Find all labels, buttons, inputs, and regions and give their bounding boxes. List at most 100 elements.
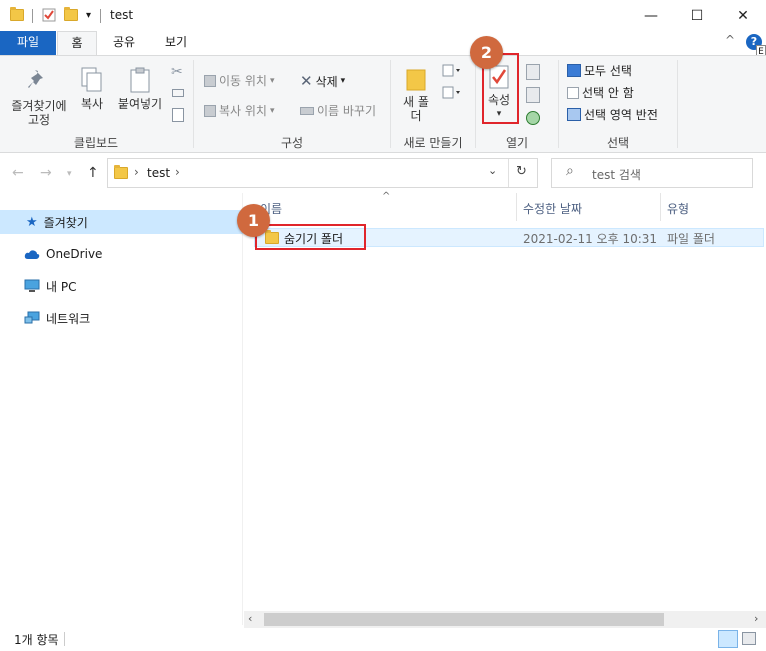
move-to-label: 이동 위치 (219, 74, 267, 88)
nav-item-quick-access[interactable]: ★ 즐겨찾기 (0, 210, 243, 234)
select-none-icon (567, 86, 579, 99)
clipboard-group-label: 클립보드 (73, 136, 119, 150)
status-bar: 1개 항목 (0, 628, 766, 651)
maximize-button[interactable]: ☐ (674, 0, 720, 31)
refresh-icon[interactable]: ↻ (516, 164, 527, 179)
cut-icon[interactable]: ✂ (171, 64, 183, 80)
forward-arrow-icon[interactable]: → (40, 165, 52, 181)
address-bar[interactable]: › test › ⌄ ↻ (107, 158, 538, 188)
horizontal-scrollbar[interactable]: ‹ › (244, 611, 766, 628)
delete-x-icon: ✕ (300, 72, 313, 90)
rename-button[interactable]: 이름 바꾸기 (300, 102, 376, 119)
invert-selection-button[interactable]: 선택 영역 반전 (567, 106, 658, 123)
back-arrow-icon[interactable]: ← (12, 165, 24, 181)
nav-label: 즐겨찾기 (43, 215, 88, 230)
breadcrumb-separator: › (175, 165, 180, 179)
nav-label: OneDrive (46, 247, 103, 261)
new-folder-quick-icon[interactable] (64, 6, 78, 24)
history-icon[interactable] (526, 111, 540, 125)
select-none-label: 선택 안 함 (582, 86, 634, 100)
clipboard-icon (130, 67, 150, 93)
nav-label: 내 PC (46, 279, 77, 294)
pin-label: 즐겨찾기에 고정 (11, 99, 67, 127)
file-modified: 2021-02-11 오후 10:31 (523, 232, 658, 246)
up-arrow-icon[interactable]: ↑ (87, 165, 99, 181)
column-type[interactable]: 유형 (667, 200, 689, 217)
copy-label: 복사 (80, 97, 104, 111)
folder-icon (406, 69, 426, 91)
dropdown-icon: ▾ (340, 76, 346, 86)
pin-to-quick-access-button[interactable]: 즐겨찾기에 고정 (6, 66, 72, 127)
copy-path-icon[interactable] (172, 89, 184, 97)
column-divider[interactable] (660, 193, 661, 221)
divider (64, 632, 65, 646)
move-icon (204, 74, 216, 87)
close-button[interactable]: ✕ (720, 0, 766, 31)
copy-button[interactable]: 복사 (77, 66, 107, 111)
divider (508, 159, 509, 187)
item-count: 1개 항목 (14, 633, 59, 647)
nav-item-network[interactable]: 네트워크 (0, 306, 243, 330)
group-divider (677, 60, 678, 148)
paste-button[interactable]: 붙여넣기 (114, 66, 166, 111)
copy-to-icon (204, 104, 216, 117)
customize-quick-access-icon[interactable]: ▾ (86, 6, 91, 24)
copy-icon (81, 67, 102, 92)
copy-to-button[interactable]: 복사 위치 ▾ (204, 102, 275, 119)
tab-share[interactable]: 공유 (104, 31, 144, 55)
step-badge-1: 1 (237, 204, 270, 237)
nav-label: 네트워크 (46, 311, 91, 326)
details-view-icon[interactable] (718, 630, 738, 648)
column-modified[interactable]: 수정한 날짜 (523, 200, 582, 217)
address-dropdown-icon[interactable]: ⌄ (488, 164, 497, 177)
scroll-right-icon[interactable]: › (754, 612, 758, 625)
search-box[interactable]: ⌕ test 검색 (551, 158, 753, 188)
title-bar: ▾ test — ☐ ✕ (0, 0, 766, 31)
properties-quick-icon[interactable] (42, 6, 56, 24)
dropdown-icon: ▾ (269, 75, 275, 86)
search-placeholder: test 검색 (592, 168, 641, 182)
search-icon: ⌕ (566, 163, 574, 179)
minimize-button[interactable]: — (628, 0, 674, 31)
divider (32, 9, 33, 23)
invert-selection-label: 선택 영역 반전 (584, 108, 658, 122)
paste-shortcut-icon[interactable] (172, 108, 184, 122)
easy-access-icon[interactable] (442, 86, 462, 100)
select-all-label: 모두 선택 (584, 64, 632, 78)
divider (100, 9, 101, 23)
highlight-box-folder (255, 224, 366, 250)
sort-ascending-icon: ^ (382, 191, 391, 202)
new-item-icon[interactable] (442, 64, 462, 78)
rename-icon (300, 106, 314, 115)
collapse-ribbon-icon[interactable]: ^ (725, 33, 735, 47)
organize-group-label: 구성 (280, 136, 304, 150)
breadcrumb-separator: › (134, 165, 139, 179)
move-to-button[interactable]: 이동 위치 ▾ (204, 72, 275, 89)
scrollbar-thumb[interactable] (264, 613, 664, 626)
tab-view[interactable]: 보기 (151, 31, 201, 55)
folder-icon (114, 165, 128, 179)
navigation-pane: ★ 즐겨찾기 OneDrive 내 PC 네트워크 (0, 193, 243, 625)
scroll-left-icon[interactable]: ‹ (248, 612, 252, 625)
nav-item-onedrive[interactable]: OneDrive (0, 242, 243, 266)
select-all-button[interactable]: 모두 선택 (567, 62, 632, 79)
column-divider[interactable] (516, 193, 517, 221)
window-title: test (110, 8, 134, 22)
select-none-button[interactable]: 선택 안 함 (567, 84, 634, 101)
ribbon-tabs: 파일 홈 공유 보기 ^ ? E (0, 31, 766, 59)
tab-file[interactable]: 파일 (0, 31, 56, 55)
new-folder-button[interactable]: 새 폴더 (400, 66, 432, 123)
computer-icon (24, 279, 40, 292)
file-type: 파일 폴더 (667, 232, 715, 246)
delete-button[interactable]: ✕ 삭제 ▾ (300, 72, 345, 90)
breadcrumb-test[interactable]: test (147, 166, 170, 180)
edit-icon[interactable] (526, 87, 540, 103)
invert-selection-icon (567, 108, 581, 121)
nav-item-this-pc[interactable]: 내 PC (0, 274, 243, 298)
open-icon[interactable] (526, 64, 540, 80)
paste-label: 붙여넣기 (117, 97, 163, 111)
select-group-label: 선택 (606, 136, 630, 150)
tab-home[interactable]: 홈 (57, 31, 97, 56)
large-icons-view-icon[interactable] (742, 632, 756, 645)
recent-locations-icon[interactable]: ▾ (67, 169, 72, 179)
